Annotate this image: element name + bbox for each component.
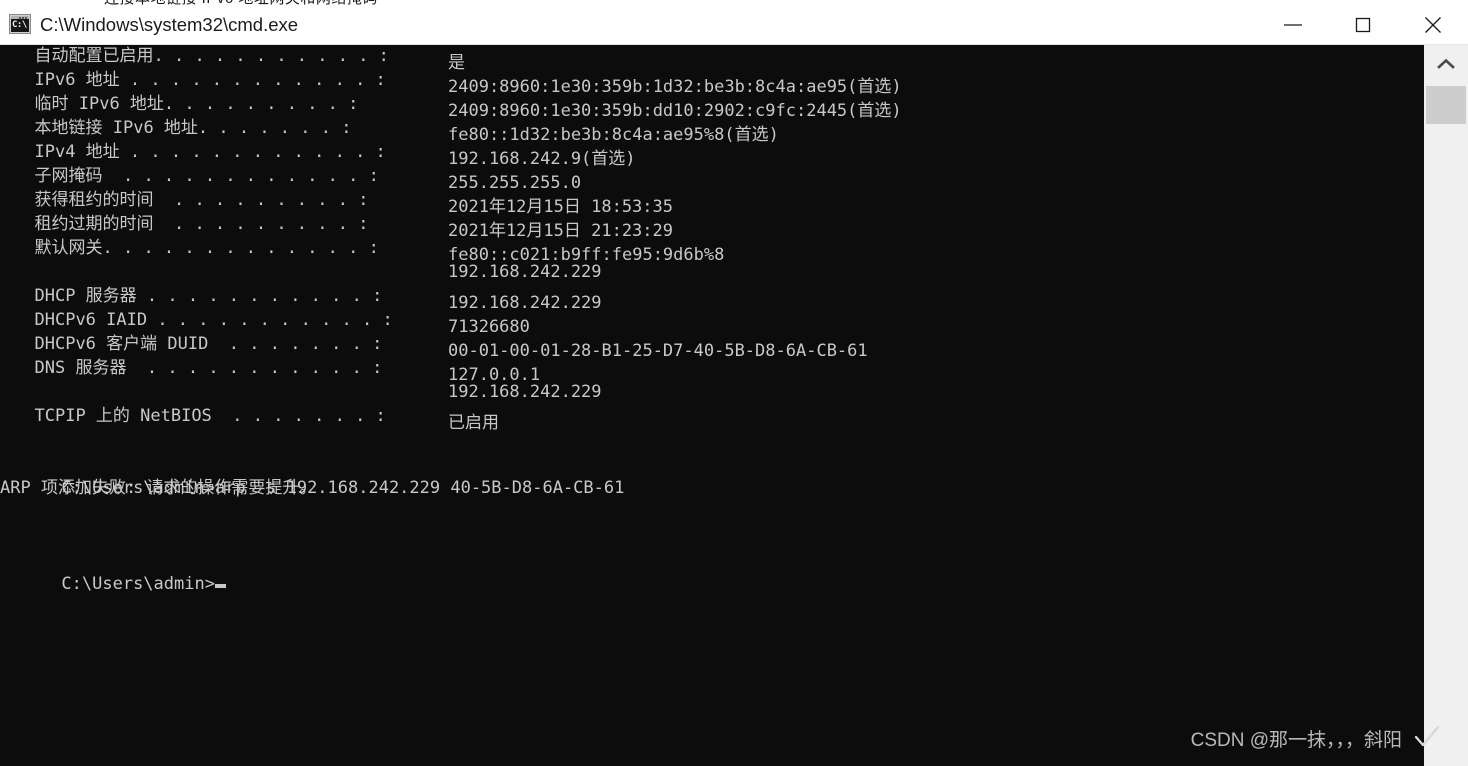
scroll-up-button[interactable] [1424, 44, 1468, 84]
console-line-label: DNS 服务器 . . . . . . . . . . . : [34, 358, 383, 378]
console-line: 临时 IPv6 地址. . . . . . . . . :2409:8960:1… [0, 92, 902, 121]
console-line: DHCP 服务器 . . . . . . . . . . . :192.168.… [0, 284, 602, 313]
command-output-1: ARP 项添加失败: 请求的操作需要提升。 [0, 478, 317, 498]
maximize-button[interactable] [1328, 5, 1398, 44]
console-line-label: 获得租约的时间 . . . . . . . . . : [34, 190, 369, 210]
console-line: 自动配置已启用. . . . . . . . . . . :是 [0, 44, 466, 73]
vertical-scrollbar[interactable] [1424, 44, 1468, 766]
console-line: DHCPv6 IAID . . . . . . . . . . . :71326… [0, 308, 530, 337]
text-cursor [214, 584, 226, 588]
console-line: 192.168.242.229 [0, 380, 602, 404]
console-line-label: 自动配置已启用. . . . . . . . . . . : [34, 46, 389, 66]
console-line-label: 租约过期的时间 . . . . . . . . . : [34, 214, 369, 234]
cmd-window: 连接本地链接 IPv6 地址网关和网络掩码 C:\ C:\Windows\sys… [0, 0, 1468, 766]
prompt-2: C:\Users\admin> [61, 574, 215, 594]
console-line: 192.168.242.229 [0, 260, 602, 284]
window-title: C:\Windows\system32\cmd.exe [40, 14, 299, 35]
top-cut-text: 连接本地链接 IPv6 地址网关和网络掩码 [104, 0, 378, 5]
command-line-2: C:\Users\admin> [0, 548, 226, 594]
console-line: 获得租约的时间 . . . . . . . . . :2021年12月15日 1… [0, 188, 674, 217]
watermark-check-icon [1414, 725, 1440, 754]
console-line-label: 本地链接 IPv6 地址. . . . . . . : [34, 118, 352, 138]
window-controls [1258, 5, 1468, 44]
console-line: 默认网关. . . . . . . . . . . . . : fe80::c02… [0, 236, 725, 265]
console-line-label: 默认网关. . . . . . . . . . . . . : [34, 238, 379, 258]
console-line: IPv6 地址 . . . . . . . . . . . . :2409:89… [0, 68, 902, 97]
console-line: IPv4 地址 . . . . . . . . . . . . :192.168… [0, 140, 636, 169]
console-line-label: IPv6 地址 . . . . . . . . . . . . : [34, 70, 386, 90]
console-line-label: DHCPv6 客户端 DUID . . . . . . . : [34, 334, 383, 354]
console-line-label: DHCP 服务器 . . . . . . . . . . . : [34, 286, 383, 306]
minimize-icon [1284, 23, 1302, 26]
maximize-icon [1355, 17, 1371, 32]
cmd-console-icon: C:\ [9, 14, 31, 34]
console-line-label: IPv4 地址 . . . . . . . . . . . . : [34, 142, 386, 162]
scrollbar-thumb[interactable] [1426, 86, 1466, 124]
console-line-value: 192.168.242.229 [448, 382, 602, 402]
minimize-button[interactable] [1258, 5, 1328, 44]
console-line: DHCPv6 客户端 DUID . . . . . . . :00-01-00-… [0, 332, 868, 361]
chevron-up-icon [1437, 58, 1455, 69]
console-line: 本地链接 IPv6 地址. . . . . . . : fe80::1d32:be… [0, 116, 779, 145]
console-line-label: 临时 IPv6 地址. . . . . . . . . : [34, 94, 359, 114]
console-line: DNS 服务器 . . . . . . . . . . . :127.0.0.1 [0, 356, 541, 385]
title-bar[interactable]: C:\ C:\Windows\system32\cmd.exe [0, 5, 1468, 45]
console-line: 子网掩码 . . . . . . . . . . . . :255.255.25… [0, 164, 582, 193]
console-line-value: 已启用 [448, 413, 499, 433]
cmd-icon-prompt-text: C:\ [12, 20, 27, 30]
console-line-label: DHCPv6 IAID . . . . . . . . . . . : [34, 310, 393, 330]
console-line-value: 192.168.242.229 [448, 262, 602, 282]
close-icon [1425, 16, 1441, 33]
console-line: TCPIP 上的 NetBIOS . . . . . . . : 已启用 [0, 404, 500, 433]
console-line-label: 子网掩码 . . . . . . . . . . . . : [34, 166, 379, 186]
command-line-1: C:\Users\admin>arp -s 192.168.242.229 40… [0, 452, 624, 498]
close-button[interactable] [1398, 5, 1468, 44]
top-window-sliver: 连接本地链接 IPv6 地址网关和网络掩码 [0, 0, 1468, 5]
console-line: 租约过期的时间 . . . . . . . . . :2021年12月15日 2… [0, 212, 674, 241]
console-output-area[interactable]: 自动配置已启用. . . . . . . . . . . : 是 IPv6 地址 .… [0, 44, 1424, 766]
csdn-watermark: CSDN @那一抹，，，斜阳 [1190, 730, 1402, 751]
console-line-label: TCPIP 上的 NetBIOS . . . . . . . : [34, 406, 386, 426]
